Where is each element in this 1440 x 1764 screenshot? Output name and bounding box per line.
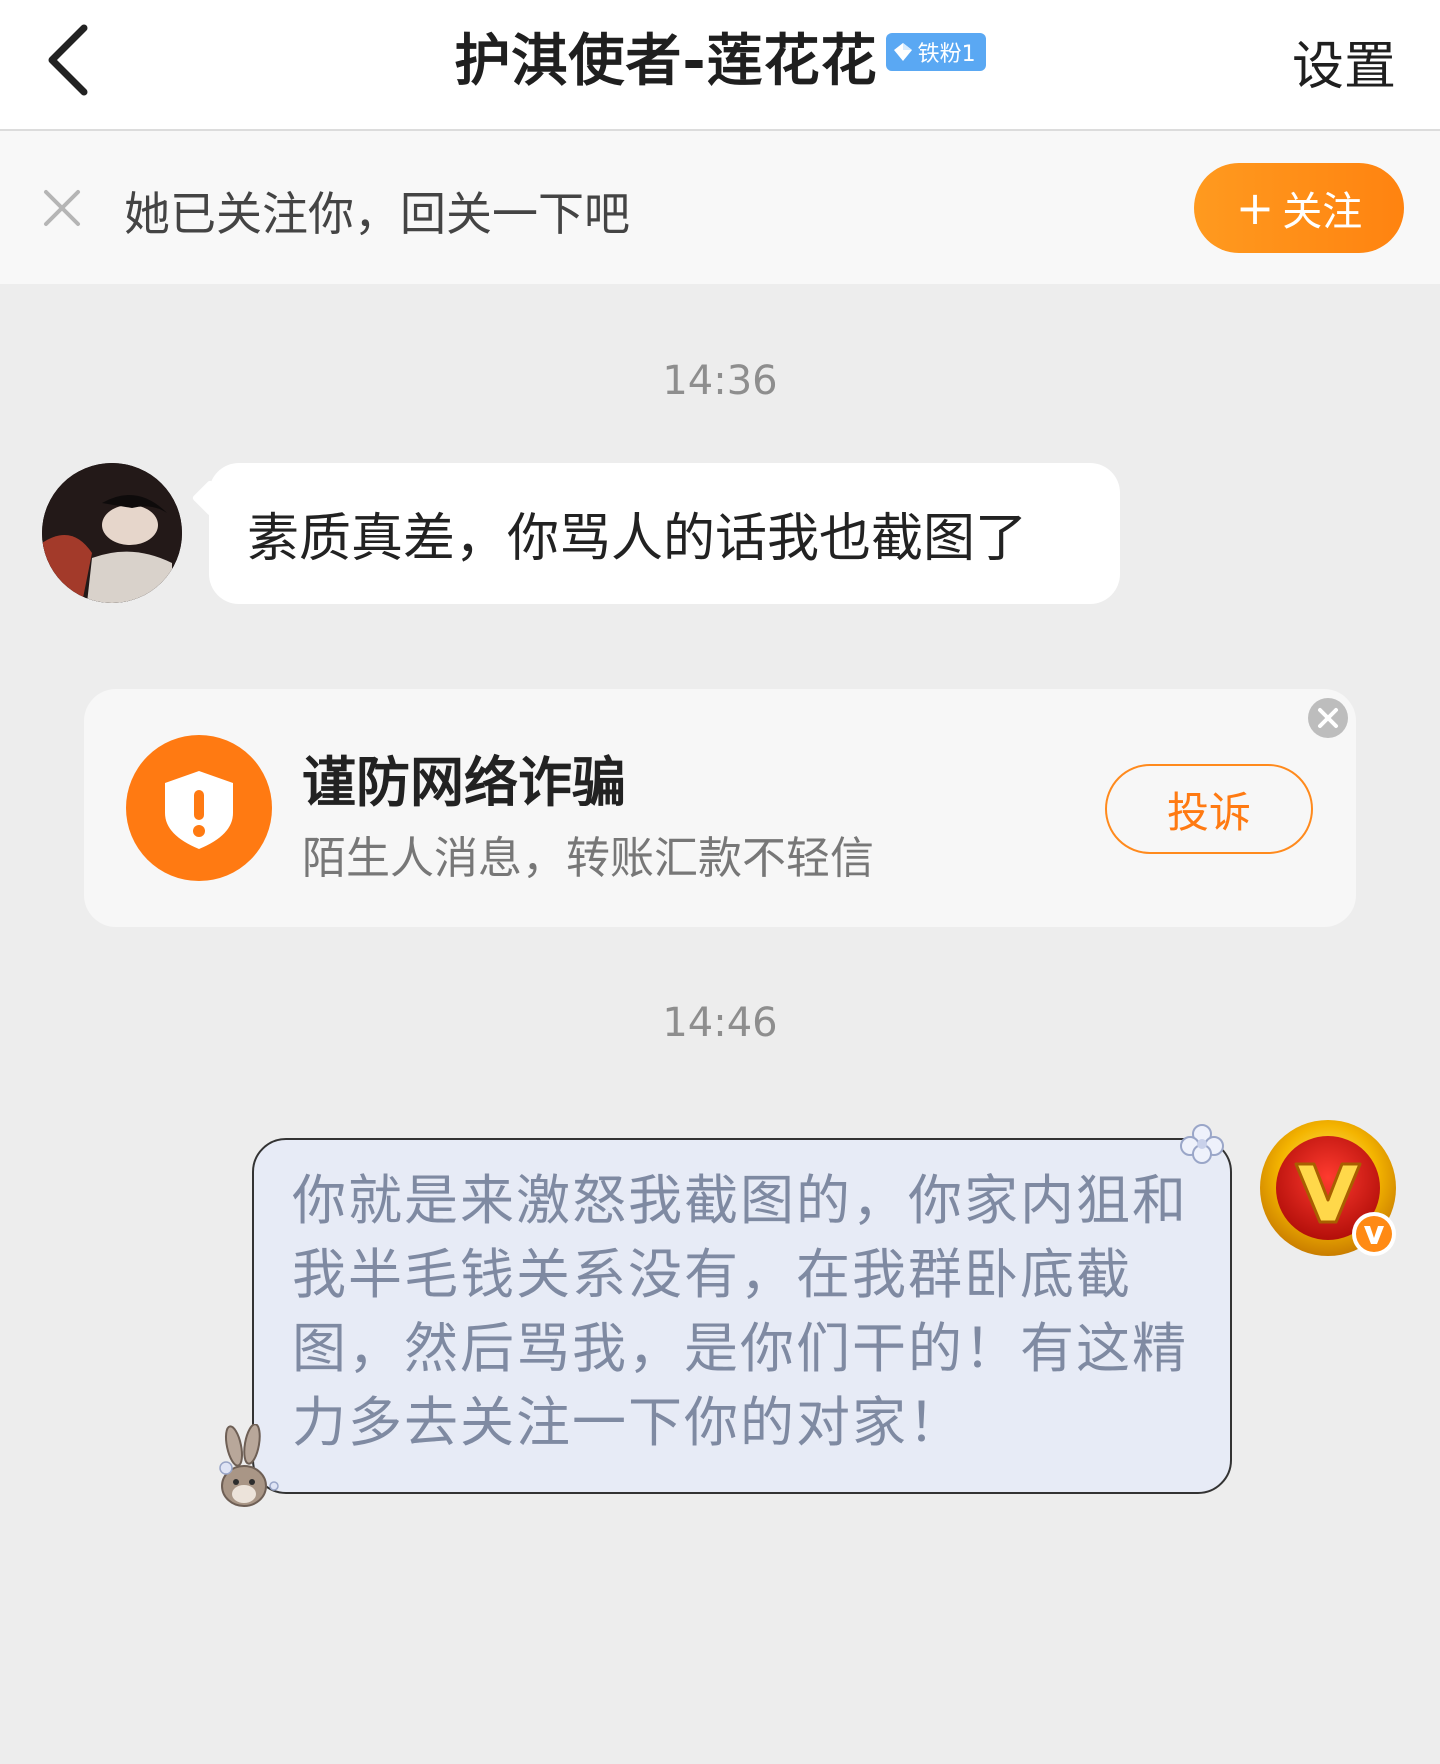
shield-badge: [126, 735, 272, 881]
close-icon: [1318, 708, 1338, 728]
fraud-warning-subtitle: 陌生人消息，转账汇款不轻信: [302, 833, 874, 884]
fraud-warning-title: 谨防网络诈骗: [302, 751, 626, 814]
follow-button[interactable]: + 关注: [1194, 163, 1404, 253]
settings-button[interactable]: 设置: [1292, 24, 1396, 99]
diamond-icon: [893, 43, 912, 61]
contact-avatar[interactable]: [42, 463, 182, 603]
report-button[interactable]: 投诉: [1105, 764, 1313, 854]
conversation-title-group: 护淇使者-莲花花 铁粉1: [0, 20, 1440, 94]
outgoing-message-bubble[interactable]: 你就是来激怒我截图的，你家内狙和我半毛钱关系没有，在我群卧底截图，然后骂我，是你…: [252, 1138, 1232, 1494]
close-fraud-card-button[interactable]: [1308, 698, 1348, 738]
follow-button-label: 关注: [1282, 189, 1363, 235]
top-nav-bar: 护淇使者-莲花花 铁粉1 设置: [0, 0, 1440, 131]
message-text: 素质真差，你骂人的话我也截图了: [247, 509, 1028, 569]
fan-level-label: 铁粉1: [917, 42, 976, 67]
bunny-sticker-icon: [219, 1424, 279, 1507]
dismiss-banner-button[interactable]: [40, 186, 84, 230]
verified-v-icon: [1352, 1212, 1396, 1256]
fan-level-badge: 铁粉1: [885, 33, 986, 71]
message-text: 你就是来激怒我截图的，你家内狙和我半毛钱关系没有，在我群卧底截图，然后骂我，是你…: [292, 1169, 1188, 1454]
avatar-photo: [42, 463, 182, 603]
plus-icon: +: [1235, 181, 1275, 235]
close-icon: [44, 190, 80, 226]
message-timestamp: 14:46: [662, 1000, 778, 1046]
message-timestamp: 14:36: [662, 358, 778, 404]
conversation-title: 护淇使者-莲花花: [454, 28, 878, 94]
shield-exclamation-icon: [165, 771, 233, 849]
flower-sticker-icon: [1180, 1124, 1224, 1164]
incoming-message-bubble[interactable]: 素质真差，你骂人的话我也截图了: [209, 463, 1120, 604]
follow-back-prompt: 她已关注你，回关一下吧: [124, 187, 630, 241]
